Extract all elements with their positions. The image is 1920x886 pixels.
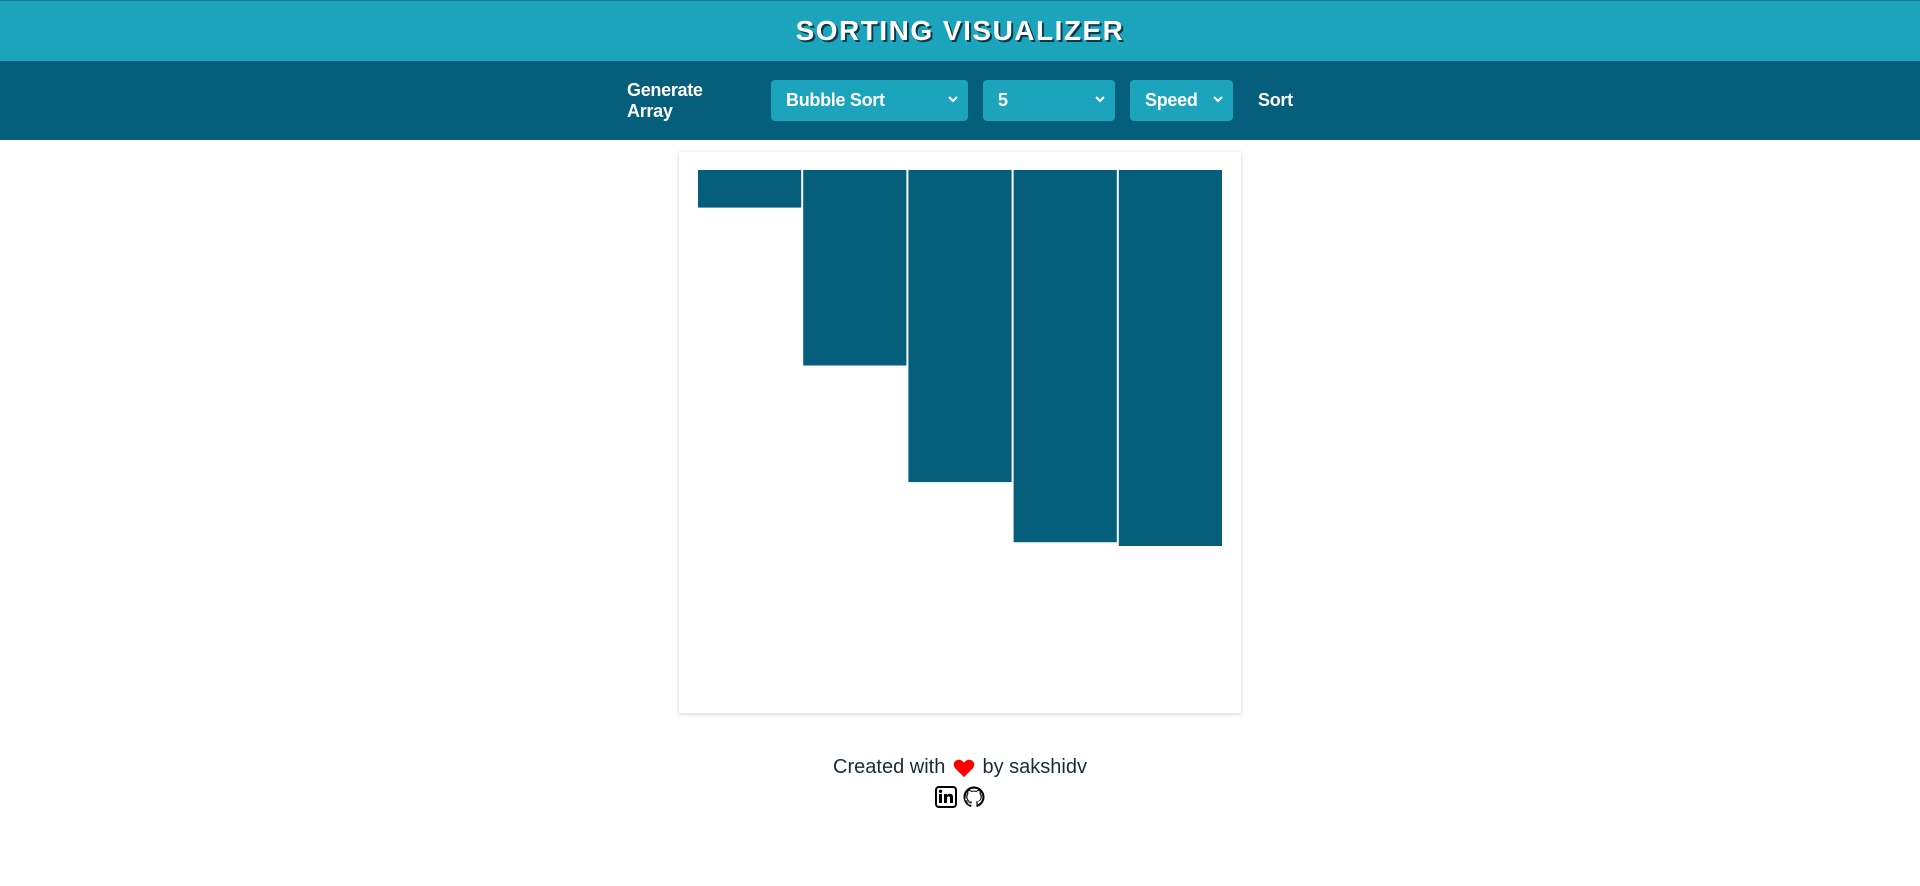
- array-bar: [698, 170, 802, 208]
- generate-array-button[interactable]: Generate Array: [627, 80, 751, 121]
- footer-created-with: Created with: [833, 756, 946, 779]
- app-header: SORTING VISUALIZER: [0, 0, 1920, 61]
- array-bar: [908, 170, 1012, 483]
- linkedin-icon[interactable]: [934, 785, 958, 809]
- chevron-down-icon: [1095, 96, 1105, 103]
- array-size-select-value: 5: [998, 90, 1008, 110]
- algorithm-select[interactable]: Bubble Sort: [771, 80, 968, 121]
- array-size-select[interactable]: 5: [983, 80, 1115, 121]
- visualizer-canvas: [679, 152, 1241, 713]
- bars-chart: [698, 170, 1222, 546]
- array-bar: [1013, 170, 1117, 543]
- sort-button[interactable]: Sort: [1258, 80, 1298, 121]
- page-title: SORTING VISUALIZER: [795, 15, 1125, 46]
- chevron-down-icon: [948, 96, 958, 103]
- array-bar: [1118, 170, 1222, 546]
- social-links: [0, 785, 1920, 809]
- algorithm-select-value: Bubble Sort: [786, 90, 885, 110]
- github-icon[interactable]: [962, 785, 986, 809]
- heart-icon: [953, 759, 975, 777]
- speed-select[interactable]: Speed: [1130, 80, 1233, 121]
- toolbar: Generate Array Bubble Sort 5 Speed Sort: [0, 61, 1920, 140]
- footer-credit: Created with by sakshidv: [0, 756, 1920, 779]
- footer-author: by sakshidv: [982, 756, 1087, 779]
- array-bar: [803, 170, 907, 366]
- speed-select-value: Speed: [1145, 90, 1198, 110]
- chevron-down-icon: [1213, 96, 1223, 103]
